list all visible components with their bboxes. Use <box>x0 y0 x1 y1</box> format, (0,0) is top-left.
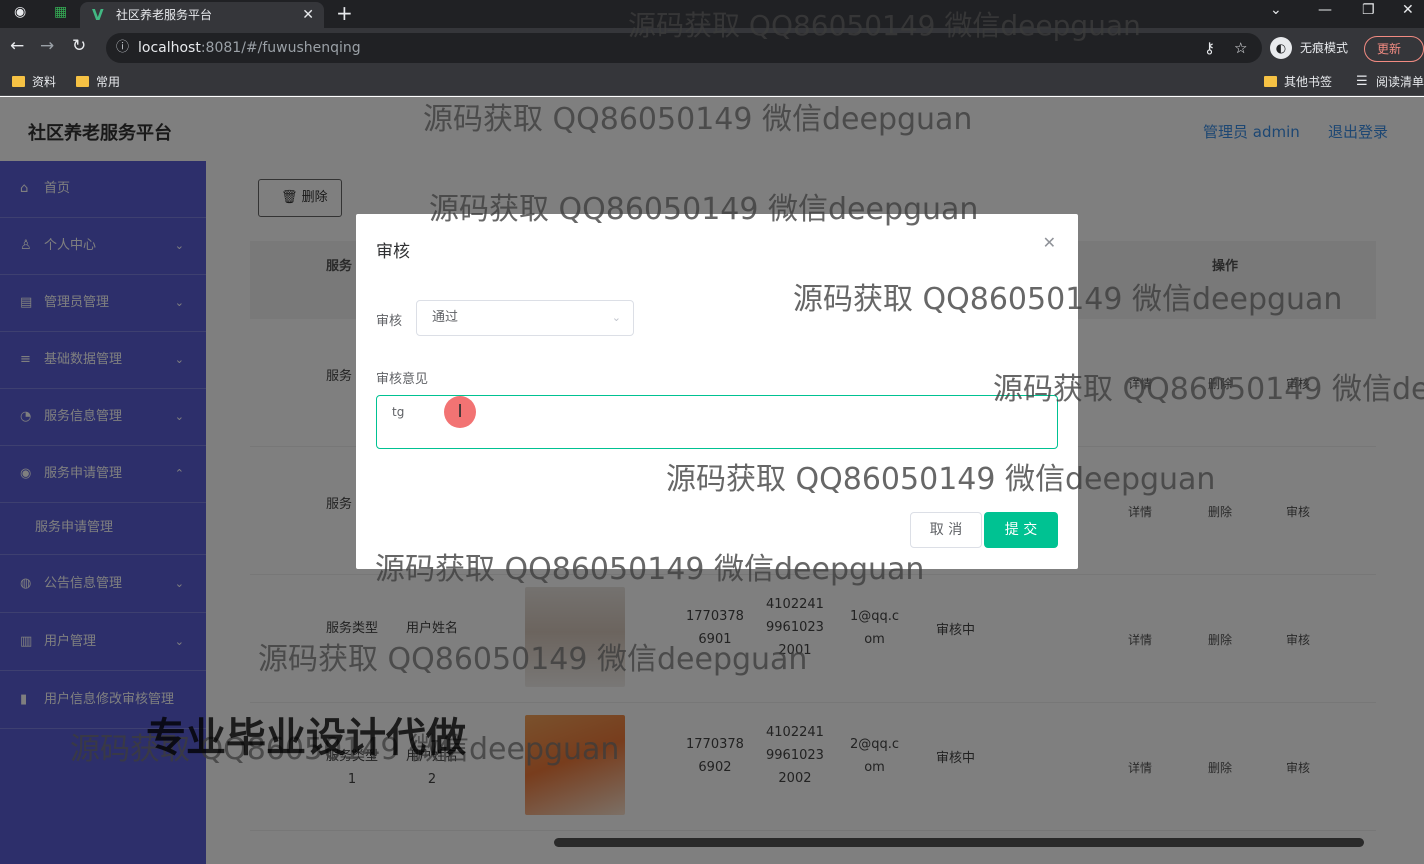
update-button[interactable]: 更新 <box>1364 36 1424 62</box>
text-cursor-icon: I <box>444 396 476 428</box>
url-path: :8081/#/fuwushenqing <box>200 40 361 56</box>
globe-icon[interactable]: ◉ <box>14 4 26 20</box>
restore-icon[interactable]: ❐ <box>1362 2 1375 18</box>
bookmark-label: 资料 <box>32 75 57 89</box>
close-window-icon[interactable]: ✕ <box>1402 2 1414 18</box>
cancel-button[interactable]: 取 消 <box>910 512 982 548</box>
watermark-text: 源码获取 QQ86050149 微信deepguan <box>258 642 808 677</box>
incognito-icon: ◐ <box>1270 37 1292 59</box>
minimize-icon[interactable]: — <box>1318 2 1332 18</box>
audit-label: 审核 <box>376 314 403 329</box>
watermark-text: 源码获取 QQ86050149 微信deepguan <box>375 552 925 587</box>
watermark-text: 源码获取 QQ86050149 微信deepguan <box>628 9 1141 42</box>
watermark-big-text: 专业毕业设计代做 <box>146 715 466 761</box>
folder-icon <box>12 76 25 87</box>
tab-search-icon[interactable]: ⌄ <box>1270 2 1282 18</box>
reading-list-icon: ☰ <box>1356 74 1368 89</box>
dialog-title: 审核 <box>376 242 410 262</box>
audit-select-value: 通过 <box>432 310 459 325</box>
incognito-label: 无痕模式 <box>1300 41 1349 55</box>
sheet-icon[interactable]: ▦ <box>54 4 67 20</box>
audit-select[interactable]: 通过 ⌄ <box>416 300 634 336</box>
tab-title: 社区养老服务平台 <box>116 8 213 22</box>
star-icon[interactable]: ☆ <box>1234 33 1247 63</box>
watermark-text: 源码获取 QQ86050149 微信deepguan <box>666 462 1216 497</box>
info-icon[interactable]: ⓘ <box>116 33 129 63</box>
watermark-text: 源码获取 QQ86050149 微信deepguan <box>993 372 1424 407</box>
vue-logo-icon: V <box>92 6 104 24</box>
audit-dialog: 审核 ✕ 审核 通过 ⌄ 审核意见 tg I 取 消 提 交 <box>356 214 1078 569</box>
update-label: 更新 <box>1377 42 1402 56</box>
url-host: localhost <box>138 40 201 56</box>
chevron-down-icon: ⌄ <box>611 311 621 324</box>
new-tab-icon[interactable]: + <box>336 1 353 25</box>
close-tab-icon[interactable]: ✕ <box>302 2 314 28</box>
forward-icon[interactable]: → <box>40 36 54 56</box>
close-icon[interactable]: ✕ <box>1043 233 1056 252</box>
submit-button[interactable]: 提 交 <box>984 512 1058 548</box>
other-bookmarks-label: 其他书签 <box>1284 75 1333 89</box>
watermark-text: 源码获取 QQ86050149 微信deepguan <box>793 282 1343 317</box>
watermark-text: 源码获取 QQ86050149 微信deepguan <box>429 192 979 227</box>
folder-icon <box>1264 76 1277 87</box>
opinion-textarea[interactable]: tg <box>376 395 1058 449</box>
other-bookmarks[interactable]: 其他书签 <box>1264 73 1332 91</box>
key-icon[interactable]: ⚷ <box>1204 33 1215 63</box>
reading-list[interactable]: ☰ 阅读清单 <box>1356 73 1424 91</box>
reading-list-label: 阅读清单 <box>1376 75 1424 89</box>
cancel-label: 取 消 <box>929 522 963 538</box>
bookmark-folder[interactable]: 资料 <box>12 73 56 91</box>
browser-tab[interactable]: V 社区养老服务平台 ✕ <box>80 2 324 28</box>
bookmarks-bar: 资料 常用 其他书签 ☰ 阅读清单 <box>0 68 1424 96</box>
opinion-text: tg <box>392 405 405 419</box>
back-icon[interactable]: ← <box>10 36 24 56</box>
reload-icon[interactable]: ↻ <box>72 36 86 56</box>
folder-icon <box>76 76 89 87</box>
bookmark-label: 常用 <box>96 75 121 89</box>
submit-label: 提 交 <box>1004 522 1038 538</box>
opinion-label: 审核意见 <box>376 372 429 387</box>
watermark-text: 源码获取 QQ86050149 微信deepguan <box>423 102 973 137</box>
bookmark-folder[interactable]: 常用 <box>76 73 120 91</box>
incognito-indicator[interactable]: ◐ 无痕模式 <box>1270 34 1348 62</box>
